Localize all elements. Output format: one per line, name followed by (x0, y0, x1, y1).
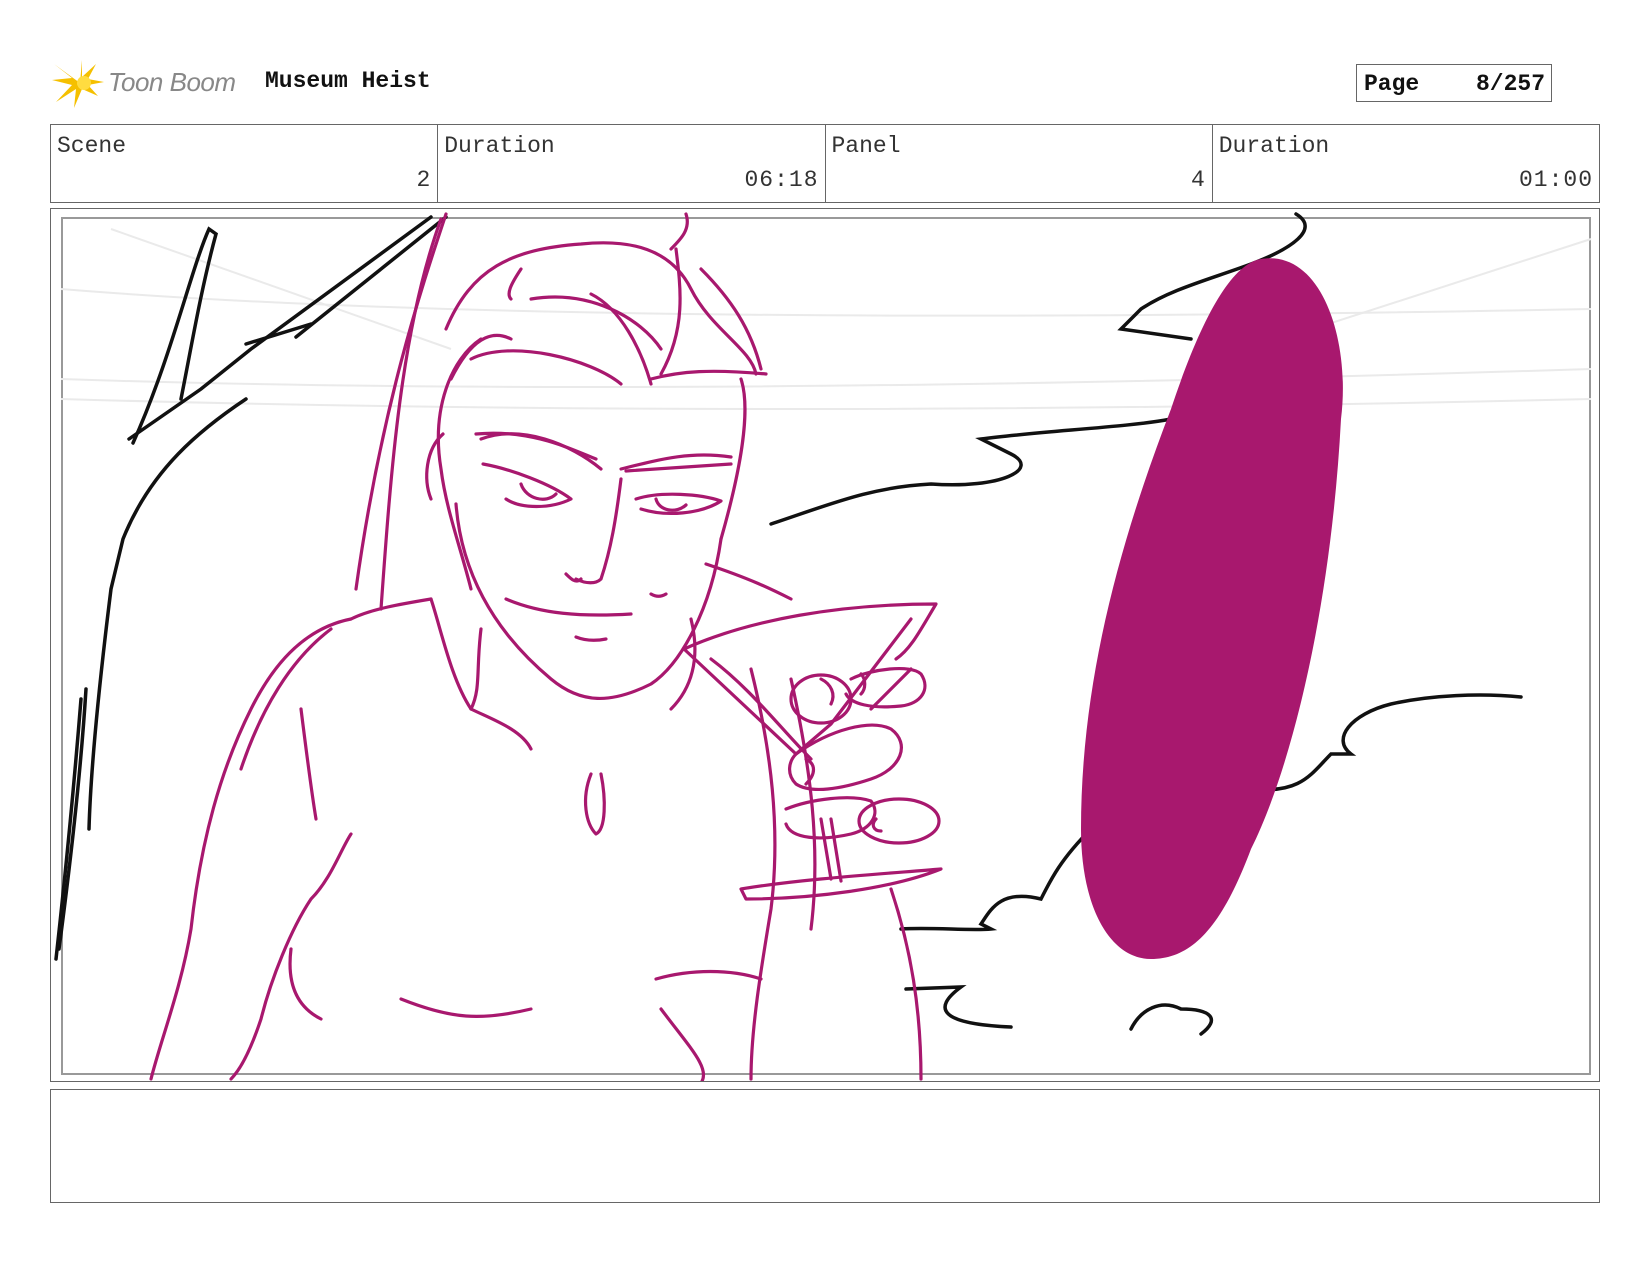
scene-info-row: Scene 2 Duration 06:18 Panel 4 Duration … (50, 124, 1600, 203)
character-sketch (149, 212, 943, 1081)
toon-boom-starburst-icon (52, 60, 104, 108)
toon-boom-logo: Toon Boom (52, 58, 252, 108)
scene-value: 2 (416, 167, 432, 193)
panel-sketch (54, 212, 1592, 1081)
panel-duration-cell: Duration 01:00 (1213, 125, 1599, 202)
panel-notes-box[interactable] (50, 1089, 1600, 1203)
storyboard-panel (50, 208, 1600, 1082)
page-label: Page (1364, 71, 1420, 97)
scene-cell: Scene 2 (51, 125, 439, 202)
scene-duration-value: 06:18 (744, 167, 819, 193)
panel-duration-value: 01:00 (1518, 167, 1593, 193)
logo-text: Toon Boom (108, 67, 236, 97)
page-number: 8/257 (1475, 71, 1545, 97)
scene-duration-cell: Duration 06:18 (438, 125, 826, 202)
magenta-fill-shape (1081, 258, 1343, 959)
page-header: Toon Boom Museum Heist Page 8/257 (52, 58, 1602, 108)
project-title: Museum Heist (265, 68, 431, 94)
panel-value: 4 (1190, 167, 1206, 193)
panel-label: Panel (831, 133, 901, 159)
scene-label: Scene (57, 133, 127, 159)
scene-duration-label: Duration (444, 133, 555, 159)
panel-duration-label: Duration (1218, 133, 1330, 159)
safe-area-frame (61, 217, 1591, 1075)
page-indicator: Page 8/257 (1356, 64, 1552, 102)
panel-cell: Panel 4 (826, 125, 1213, 202)
